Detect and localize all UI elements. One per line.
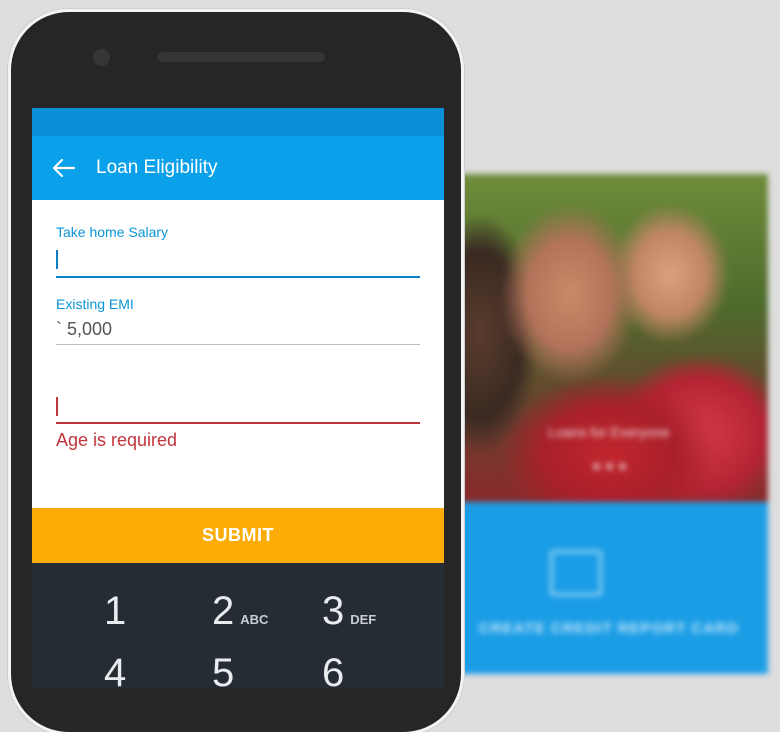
- submit-button[interactable]: SUBMIT: [32, 508, 444, 563]
- salary-field: Take home Salary: [56, 224, 420, 278]
- photo-caption: Loans for Everyone: [548, 424, 670, 440]
- salary-label: Take home Salary: [56, 224, 169, 240]
- back-arrow-icon[interactable]: [32, 136, 96, 200]
- age-input[interactable]: [56, 394, 420, 420]
- age-field: Age is required: [56, 394, 420, 451]
- key-4[interactable]: 4: [104, 651, 126, 688]
- salary-input[interactable]: [56, 246, 420, 272]
- text-cursor: [56, 397, 58, 416]
- credit-report-cta: CREATE CREDIT REPORT CARD: [479, 620, 739, 637]
- age-underline: [56, 422, 420, 424]
- numeric-keypad: 1 2 ABC 3 DEF 4 5 6: [32, 563, 444, 688]
- family-photo: Loans for Everyone: [450, 174, 768, 502]
- emi-underline: [56, 344, 420, 345]
- key-5-digit: 5: [212, 651, 235, 688]
- key-2[interactable]: 2 ABC: [212, 589, 268, 634]
- key-1-digit: 1: [104, 589, 127, 633]
- key-4-digit: 4: [104, 651, 127, 688]
- status-bar: [32, 108, 444, 136]
- key-2-digit: 2: [212, 589, 235, 633]
- age-error-message: Age is required: [56, 430, 178, 450]
- key-6[interactable]: 6: [322, 651, 344, 688]
- emi-field: Existing EMI: [56, 296, 420, 345]
- key-6-digit: 6: [322, 651, 345, 688]
- speaker-grille: [157, 52, 325, 62]
- text-cursor: [56, 250, 58, 269]
- document-icon: [550, 550, 602, 596]
- eligibility-form: Take home Salary Existing EMI ` 5,000 Ag…: [32, 200, 444, 504]
- carousel-dots: [450, 457, 768, 475]
- phone-frame: Loan Eligibility Take home Salary Existi…: [11, 12, 461, 732]
- credit-report-panel: CREATE CREDIT REPORT CARD: [450, 502, 768, 674]
- key-3[interactable]: 3 DEF: [322, 589, 376, 634]
- camera-icon: [93, 49, 110, 66]
- app-bar: Loan Eligibility: [32, 136, 444, 200]
- key-3-letters: DEF: [350, 612, 377, 627]
- background-screen: Loans for Everyone CREATE CREDIT REPORT …: [450, 174, 768, 674]
- emi-input[interactable]: [56, 316, 420, 342]
- key-1[interactable]: 1: [104, 589, 132, 634]
- page-title: Loan Eligibility: [96, 157, 218, 178]
- key-2-letters: ABC: [240, 612, 269, 627]
- key-5[interactable]: 5: [212, 651, 234, 688]
- emi-label: Existing EMI: [56, 296, 134, 312]
- key-3-digit: 3: [322, 589, 345, 633]
- app-screen: Loan Eligibility Take home Salary Existi…: [32, 108, 444, 688]
- salary-underline: [56, 276, 420, 278]
